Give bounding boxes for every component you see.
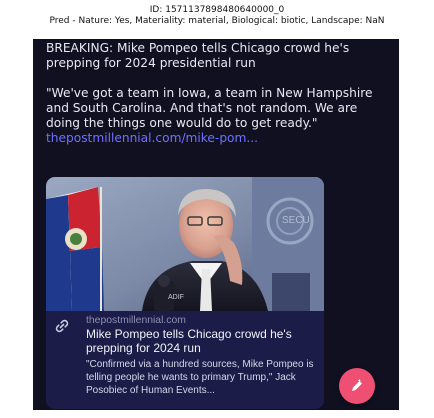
card-body: thepostmillennial.com Mike Pompeo tells … bbox=[46, 311, 324, 409]
tweet-quote: "We've got a team in Iowa, a team in New… bbox=[46, 86, 377, 130]
tweet-screen: BREAKING: Mike Pompeo tells Chicago crow… bbox=[33, 39, 399, 410]
prediction-label: Pred - Nature: Yes, Materiality: materia… bbox=[49, 16, 385, 26]
tweet-body: BREAKING: Mike Pompeo tells Chicago crow… bbox=[46, 41, 392, 146]
svg-text:ADIF: ADIF bbox=[168, 294, 184, 301]
link-preview-card[interactable]: SECU ADIF thepostmillennial.com Mike Pom… bbox=[46, 177, 324, 409]
tweet-link[interactable]: thepostmillennial.com/mike-pom... bbox=[46, 131, 392, 146]
image-header: ID: 1571137898480640000_0 Pred - Nature:… bbox=[0, 5, 434, 27]
card-domain: thepostmillennial.com bbox=[86, 315, 186, 326]
card-title: Mike Pompeo tells Chicago crowd he's pre… bbox=[86, 327, 292, 355]
image-id-label: ID: 1571137898480640000_0 bbox=[149, 5, 285, 15]
card-description: "Confirmed via a hundred sources, Mike P… bbox=[86, 359, 314, 396]
svg-text:SECU: SECU bbox=[282, 215, 310, 226]
compose-button[interactable] bbox=[339, 368, 375, 404]
link-icon bbox=[54, 318, 70, 334]
compose-icon bbox=[352, 378, 362, 391]
card-photo: SECU ADIF bbox=[46, 177, 324, 311]
tweet-headline: BREAKING: Mike Pompeo tells Chicago crow… bbox=[46, 41, 354, 70]
